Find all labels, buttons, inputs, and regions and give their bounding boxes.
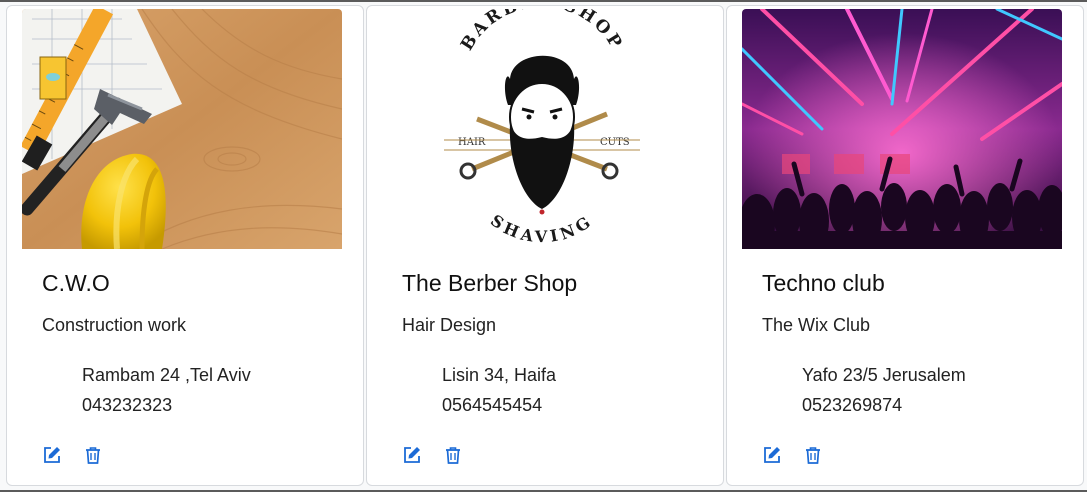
svg-text:SHAVING: SHAVING (487, 211, 597, 247)
card-title: The Berber Shop (402, 270, 578, 296)
logo-top-text: BARBER SHOP (457, 9, 624, 54)
edit-button[interactable] (41, 444, 63, 466)
card-subtitle: Hair Design (402, 315, 497, 335)
svg-text:BARBER SHOP: BARBER SHOP (457, 9, 627, 54)
card-title: C.W.O (42, 270, 110, 296)
barber-shop-logo-image: BARBER SHOP SHAVING HAIR CUTS (382, 9, 702, 249)
business-card: C.W.O Construction work Rambam 24 ,Tel A… (6, 5, 364, 486)
edit-button[interactable] (761, 444, 783, 466)
card-subtitle: The Wix Club (762, 315, 871, 335)
card-address: Rambam 24 ,Tel Aviv (82, 365, 251, 385)
delete-button[interactable] (442, 444, 464, 466)
construction-tools-image (22, 9, 342, 249)
bearded-man-icon (504, 55, 580, 215)
card-address: Lisin 34, Haifa (442, 365, 557, 385)
card-phone: 0523269874 (802, 395, 903, 415)
card-actions (41, 444, 104, 466)
delete-button[interactable] (82, 444, 104, 466)
business-cards-page: C.W.O Construction work Rambam 24 ,Tel A… (0, 0, 1087, 492)
card-title: Techno club (762, 270, 885, 296)
card-phone: 043232323 (82, 395, 173, 415)
logo-bottom-text: SHAVING (487, 211, 593, 247)
trash-icon (86, 447, 100, 464)
trash-icon (806, 447, 820, 464)
card-actions (761, 444, 824, 466)
card-actions (401, 444, 464, 466)
card-phone: 0564545454 (442, 395, 543, 415)
nightclub-crowd-image (742, 9, 1062, 249)
logo-right-text: CUTS (600, 137, 630, 148)
card-subtitle: Construction work (42, 315, 187, 335)
edit-icon (764, 447, 780, 463)
edit-icon (404, 447, 420, 463)
edit-icon (44, 447, 60, 463)
business-card: BARBER SHOP SHAVING HAIR CUTS (366, 5, 724, 486)
card-address: Yafo 23/5 Jerusalem (802, 365, 966, 385)
edit-button[interactable] (401, 444, 423, 466)
logo-left-text: HAIR (458, 137, 486, 148)
business-card: Techno club The Wix Club Yafo 23/5 Jerus… (726, 5, 1084, 486)
delete-button[interactable] (802, 444, 824, 466)
trash-icon (446, 447, 460, 464)
